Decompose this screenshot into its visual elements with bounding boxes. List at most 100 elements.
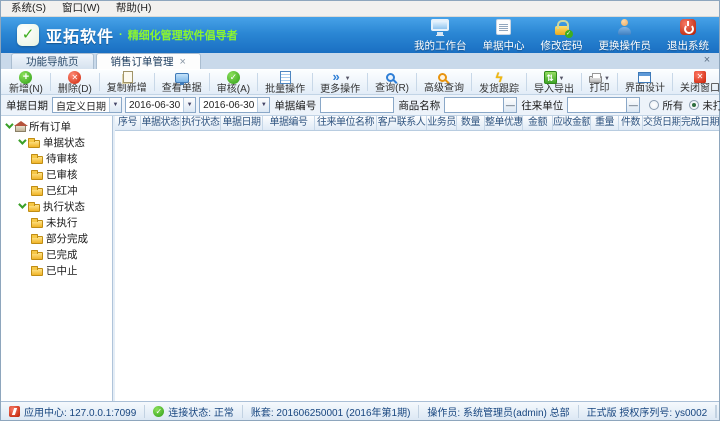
dropdown-arrow-icon: [345, 71, 351, 83]
app-badge-icon: [9, 406, 20, 417]
main-area: 所有订单 单据状态 待审核 已审核 已红冲: [1, 116, 719, 401]
tree-node[interactable]: 已完成: [1, 246, 112, 262]
toolbar-button-label: 界面设计: [625, 84, 665, 94]
header-action-label: 更换操作员: [599, 38, 652, 53]
toolbar-button[interactable]: 导入导出: [528, 70, 580, 94]
header-action-button[interactable]: 我的工作台: [414, 18, 467, 53]
statusbar-item: 账套: 201606250001 (2016年第1期): [243, 405, 420, 418]
tabstrip-close-icon[interactable]: ×: [701, 55, 713, 67]
date-to-picker[interactable]: 2016-06-30: [199, 97, 270, 113]
grid-column-header[interactable]: 客户联系人: [377, 116, 427, 130]
lightning-icon: [494, 71, 504, 84]
header-action-button[interactable]: 修改密码: [541, 18, 583, 53]
toolbar-button[interactable]: 关闭窗口: [674, 70, 720, 94]
orders-grid: 序号单据状态执行状态单据日期单据编号往来单位名称客户联系人业务员数量整单优惠金额…: [115, 116, 719, 401]
grid-column-header[interactable]: 应收金额: [553, 116, 591, 130]
partner-input[interactable]: [567, 97, 627, 113]
radio-icon[interactable]: [689, 100, 699, 110]
toolbar-button[interactable]: 新增(N): [3, 70, 49, 94]
toolbar-button[interactable]: 打印: [583, 70, 616, 94]
grid-column-header[interactable]: 完成日期: [681, 116, 719, 130]
toolbar-button[interactable]: 界面设计: [619, 70, 671, 94]
header-action-button[interactable]: 单据中心: [483, 18, 525, 53]
search-icon: [386, 73, 395, 82]
menu-item[interactable]: 窗口(W): [54, 1, 108, 16]
tree-node[interactable]: 执行状态: [1, 198, 112, 214]
menu-item[interactable]: 系统(S): [3, 1, 54, 16]
bill-no-input[interactable]: [320, 97, 394, 113]
expander-icon[interactable]: [5, 120, 13, 128]
toolbar-button-label: 批量操作: [265, 85, 305, 95]
brand-area: 亚拓软件 · 精细化管理软件倡导者: [17, 23, 238, 47]
grid-column-header[interactable]: 数量: [457, 116, 485, 130]
toolbar-button[interactable]: 查询(R): [369, 70, 415, 94]
grid-column-header[interactable]: 件数: [619, 116, 643, 130]
expander-icon[interactable]: [18, 200, 26, 208]
statusbar-item-label: 应用中心: 127.0.0.1:7099: [24, 404, 136, 419]
menu-item[interactable]: 帮助(H): [108, 1, 160, 16]
print-status-radio[interactable]: 未打印: [689, 98, 720, 113]
grid-column-header[interactable]: 金额: [523, 116, 553, 130]
grid-column-header[interactable]: 整单优惠: [485, 116, 523, 130]
grid-column-header[interactable]: 往来单位名称: [315, 116, 377, 130]
grid-column-header[interactable]: 单据编号: [263, 116, 315, 130]
tree-node[interactable]: 单据状态: [1, 134, 112, 150]
application-window: 系统(S)窗口(W)帮助(H) 亚拓软件 · 精细化管理软件倡导者 我的工作台 …: [0, 0, 720, 421]
product-lookup-button[interactable]: —: [504, 97, 517, 113]
toolbar: 新增(N) 删除(D) 复制新增 查看单据: [1, 69, 719, 95]
grid-column-header[interactable]: 业务员: [427, 116, 457, 130]
tree-node[interactable]: 部分完成: [1, 230, 112, 246]
tree-node[interactable]: 待审核: [1, 150, 112, 166]
app-logo-icon: [17, 24, 39, 46]
toolbar-button[interactable]: 批量操作: [259, 70, 311, 94]
date-filter-label: 单据日期: [6, 98, 48, 113]
expander-icon[interactable]: [18, 136, 26, 144]
chevron-down-icon[interactable]: [257, 98, 269, 112]
tree-node[interactable]: 已红冲: [1, 182, 112, 198]
statusbar-item-label: 连接状态: 正常: [168, 404, 234, 419]
tree-node[interactable]: 所有订单: [1, 118, 112, 134]
import-export-icon: [544, 71, 557, 84]
toolbar-button[interactable]: 查看单据: [156, 70, 208, 94]
header-action-button[interactable]: 退出系统: [667, 18, 709, 53]
grid-header-row: 序号单据状态执行状态单据日期单据编号往来单位名称客户联系人业务员数量整单优惠金额…: [115, 116, 719, 131]
document-tab[interactable]: 销售订单管理 ×: [96, 53, 201, 69]
radio-label: 所有: [662, 98, 683, 113]
grid-column-header[interactable]: 序号: [115, 116, 141, 130]
grid-column-header[interactable]: 单据状态: [141, 116, 181, 130]
grid-column-header[interactable]: 单据日期: [221, 116, 263, 130]
toolbar-button[interactable]: 发货跟踪: [473, 70, 525, 94]
date-from-picker[interactable]: 2016-06-30: [125, 97, 196, 113]
folder-icon: [28, 140, 40, 148]
toolbar-button[interactable]: 审核(A): [211, 70, 256, 94]
document-tab[interactable]: 功能导航页: [11, 53, 94, 69]
product-name-input[interactable]: [444, 97, 504, 113]
radio-icon[interactable]: [649, 100, 659, 110]
tree-node-label: 未执行: [46, 215, 78, 230]
grid-column-header[interactable]: 交货日期: [643, 116, 681, 130]
toolbar-button[interactable]: 复制新增: [101, 70, 153, 94]
design-icon: [638, 72, 651, 83]
grid-column-header[interactable]: 执行状态: [181, 116, 221, 130]
tree-node-label: 已完成: [46, 247, 78, 262]
grid-column-header[interactable]: 重量: [591, 116, 619, 130]
toolbar-button[interactable]: 删除(D): [52, 70, 98, 94]
date-mode-select[interactable]: 自定义日期: [52, 97, 122, 113]
toolbar-separator: [209, 73, 210, 91]
tree-node[interactable]: 已中止: [1, 262, 112, 278]
password-lock-icon: [555, 26, 569, 35]
partner-lookup-button[interactable]: —: [627, 97, 640, 113]
header-actions: 我的工作台 单据中心 修改密码 更换操作员 退出系统: [414, 18, 709, 53]
tree-node[interactable]: 已审核: [1, 166, 112, 182]
tab-close-icon[interactable]: ×: [180, 55, 186, 69]
chevron-down-icon[interactable]: [109, 98, 121, 112]
toolbar-button[interactable]: 高级查询: [418, 70, 470, 94]
statusbar-item[interactable]: 消息提醒中心: [716, 405, 719, 418]
header-action-button[interactable]: 更换操作员: [599, 18, 652, 53]
print-status-radio[interactable]: 所有: [649, 98, 683, 113]
toolbar-button[interactable]: 更多操作: [314, 70, 366, 94]
tree-node[interactable]: 未执行: [1, 214, 112, 230]
home-icon: [15, 125, 26, 132]
statusbar-item: 连接状态: 正常: [145, 405, 243, 418]
chevron-down-icon[interactable]: [183, 98, 195, 112]
